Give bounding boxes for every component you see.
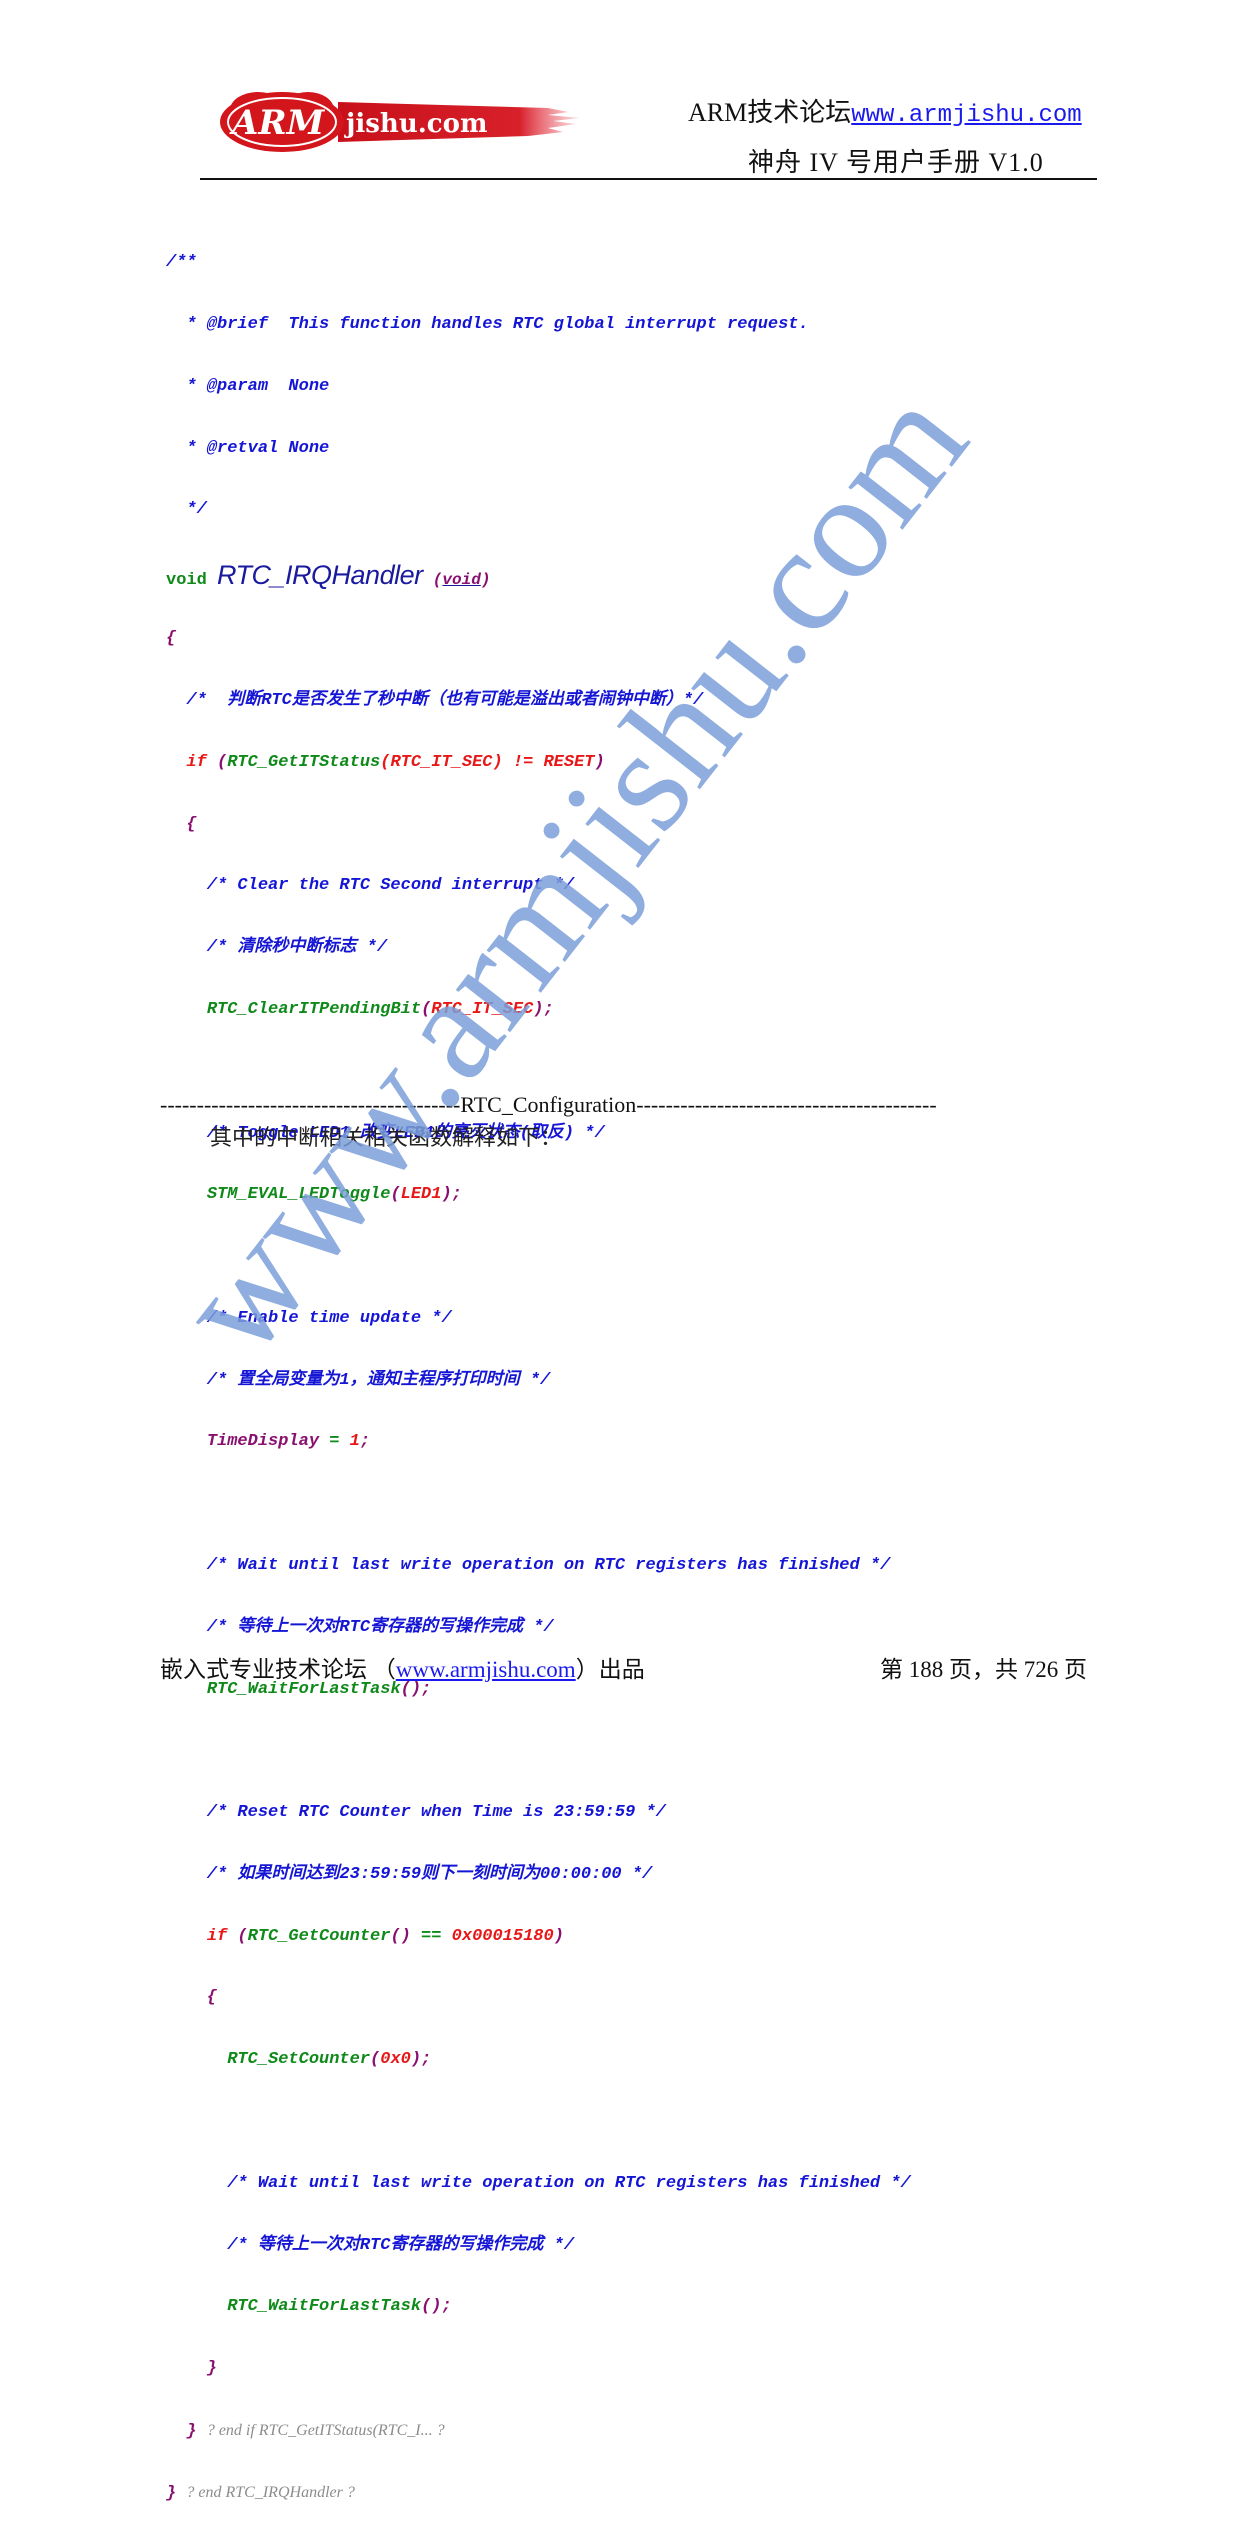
code-line: /* 清除秒中断标志 */: [166, 938, 388, 958]
footer-left: 嵌入式专业技术论坛 （www.armjishu.com）出品: [160, 1657, 645, 1682]
code-line: /* 等待上一次对RTC寄存器的写操作完成 */: [166, 2235, 575, 2255]
forum-label: ARM技术论坛: [688, 98, 852, 127]
code-line: * @retval None: [166, 438, 330, 458]
code-line: * @param None: [166, 376, 330, 396]
code-line: STM_EVAL_LEDToggle(LED1);: [206, 1185, 462, 1205]
section-divider: ----------------------------------------…: [160, 1092, 937, 1117]
code-line: /* Wait until last write operation on RT…: [166, 2173, 911, 2193]
forum-link[interactable]: www.armjishu.com: [851, 102, 1081, 129]
return-type: void: [166, 571, 207, 591]
code-line: } ? end if RTC_GetITStatus(RTC_I... ?: [186, 2421, 445, 2441]
code-line: /* 等待上一次对RTC寄存器的写操作完成 */: [166, 1617, 554, 1637]
code-line: */: [166, 500, 207, 520]
header-divider: [200, 178, 1097, 180]
code-line: {: [166, 814, 197, 834]
end-if-comment: ? end if RTC_GetITStatus(RTC_I... ?: [206, 2421, 445, 2439]
code-line: /* 置全局变量为1，通知主程序打印时间 */: [166, 1370, 551, 1390]
code-line: RTC_WaitForLastTask();: [227, 2297, 452, 2317]
code-line: /* Wait until last write operation on RT…: [166, 1556, 891, 1575]
code-line: /* 如果时间达到23:59:59则下一刻时间为00:00:00 */: [166, 1864, 653, 1884]
code-line: /**: [166, 253, 197, 273]
code-line: /* 判断RTC是否发生了秒中断（也有可能是溢出或者闹钟中断）*/: [166, 691, 704, 711]
code-line: /* Clear the RTC Second interrupt */: [166, 876, 575, 896]
code-line: {: [166, 1988, 218, 2008]
logo-arm-text: ARM: [229, 103, 326, 143]
manual-title: 神舟 IV 号用户手册 V1.0: [748, 148, 1044, 177]
code-line: {: [166, 629, 177, 649]
code-line: TimeDisplay = 1;: [206, 1432, 371, 1452]
body-paragraph: 其中的中断相关相关函数解释如下：: [210, 1125, 563, 1150]
document-page: ARM jishu.com ARM技术论坛www.armjishu.com 神舟…: [0, 0, 1249, 2503]
code-block: /** * @brief This function handles RTC g…: [166, 212, 911, 2545]
footer-link[interactable]: www.armjishu.com: [396, 1657, 576, 1682]
function-name: RTC_IRQHandler: [217, 560, 423, 591]
function-signature: void RTC_IRQHandler (void): [166, 560, 491, 591]
page-number: 第 188 页，共 726 页: [880, 1657, 1087, 1682]
code-line: }: [166, 2359, 218, 2379]
logo-jishu-text: jishu.com: [344, 109, 487, 139]
end-function-comment: ? end RTC_IRQHandler ?: [186, 2483, 355, 2501]
code-line: RTC_ClearITPendingBit(RTC_IT_SEC);: [206, 999, 554, 1019]
code-line: * @brief This function handles RTC globa…: [166, 314, 809, 334]
code-line: RTC_SetCounter(0x0);: [227, 2050, 432, 2070]
param-type: void: [442, 571, 481, 590]
header-forum-line: ARM技术论坛www.armjishu.com: [688, 92, 1082, 129]
code-line: /* Reset RTC Counter when Time is 23:59:…: [166, 1803, 666, 1823]
armjishu-logo: ARM jishu.com: [220, 92, 580, 152]
code-line: } ? end RTC_IRQHandler ?: [166, 2483, 355, 2503]
code-line: /* Enable time update */: [166, 1308, 452, 1328]
section-title: RTC_Configuration: [460, 1092, 637, 1117]
code-line: if (RTC_GetITStatus(RTC_IT_SEC) != RESET…: [186, 752, 605, 772]
code-line: if (RTC_GetCounter() == 0x00015180): [206, 1926, 564, 1946]
